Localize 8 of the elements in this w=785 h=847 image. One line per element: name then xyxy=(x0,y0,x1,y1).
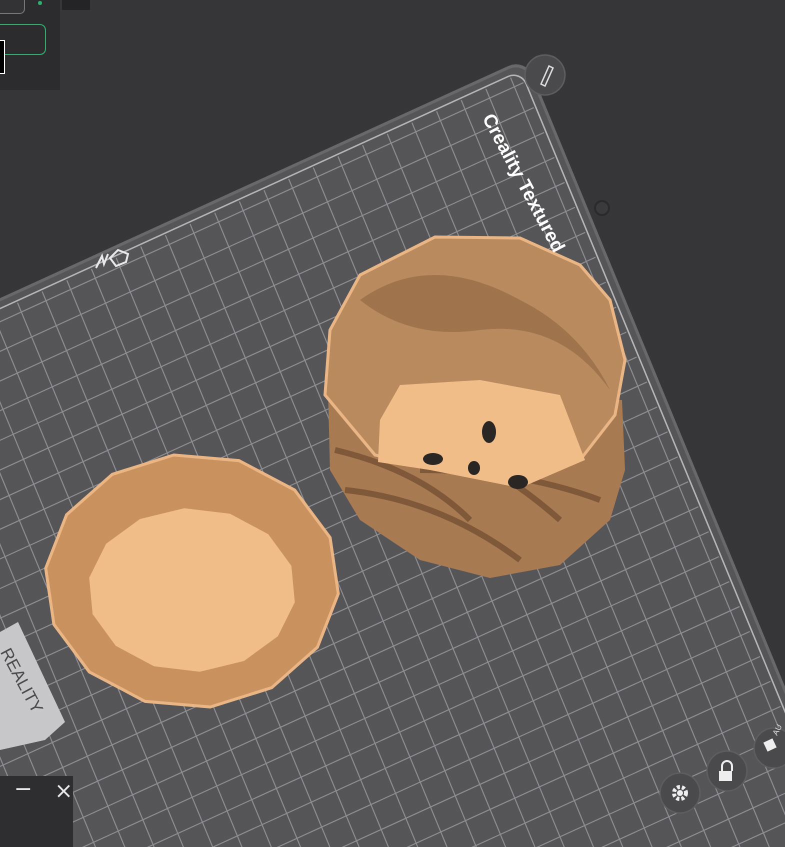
minimize-button[interactable]: − xyxy=(10,778,36,802)
status-dot xyxy=(38,1,42,5)
lock-icon[interactable] xyxy=(706,750,748,792)
settings-icon[interactable] xyxy=(659,772,701,814)
close-button[interactable]: × xyxy=(50,780,77,804)
input-field[interactable] xyxy=(0,24,46,55)
pen-icon[interactable] xyxy=(524,54,566,96)
arrange-label: AU xyxy=(770,722,784,737)
